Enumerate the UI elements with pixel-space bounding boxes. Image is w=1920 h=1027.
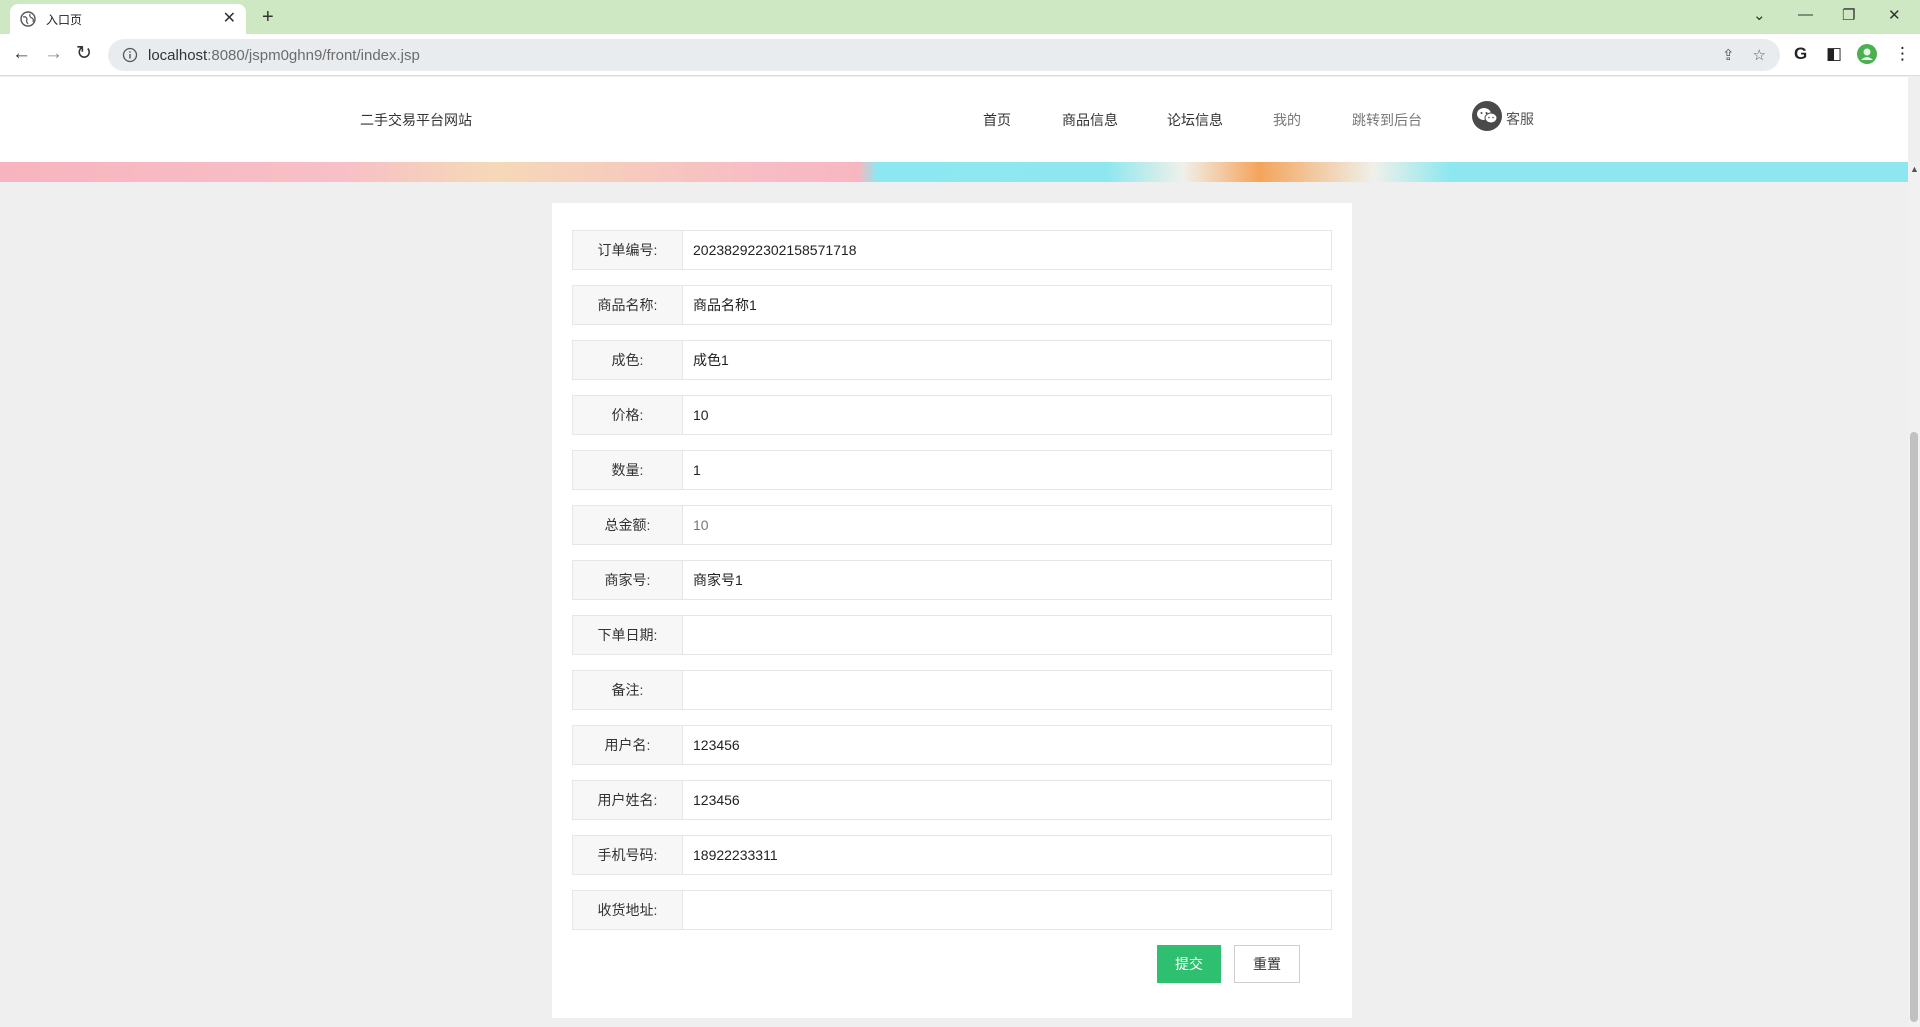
reset-button[interactable]: 重置 bbox=[1234, 945, 1300, 983]
wechat-icon bbox=[1472, 101, 1502, 131]
page-viewport: 二手交易平台网站 首页 商品信息 论坛信息 我的 跳转到后台 客服 ▲ 订单编号… bbox=[0, 77, 1920, 1027]
share-icon[interactable]: ⇪ bbox=[1722, 46, 1735, 64]
field-label: 收货地址: bbox=[572, 890, 682, 930]
new-tab-button[interactable]: + bbox=[262, 6, 274, 29]
form-row-price: 价格: 10 bbox=[572, 395, 1332, 435]
form-row-condition: 成色: 成色1 bbox=[572, 340, 1332, 380]
field-label: 商品名称: bbox=[572, 285, 682, 325]
field-label: 用户名: bbox=[572, 725, 682, 765]
tab-close-icon[interactable]: ✕ bbox=[223, 11, 236, 27]
username-field[interactable]: 123456 bbox=[682, 725, 1332, 765]
form-row-product-name: 商品名称: 商品名称1 bbox=[572, 285, 1332, 325]
site-info-icon[interactable] bbox=[122, 47, 138, 63]
order-form: 订单编号: 202382922302158571718 商品名称: 商品名称1 … bbox=[552, 203, 1352, 1018]
field-label: 价格: bbox=[572, 395, 682, 435]
product-name-field[interactable]: 商品名称1 bbox=[682, 285, 1332, 325]
banner-image bbox=[0, 162, 1908, 182]
globe-icon bbox=[20, 11, 36, 27]
restore-icon[interactable]: ❐ bbox=[1842, 6, 1855, 24]
url-path: :8080/jspm0ghn9/front/index.jsp bbox=[207, 46, 420, 64]
nav-mine[interactable]: 我的 bbox=[1273, 110, 1301, 130]
site-header: 二手交易平台网站 首页 商品信息 论坛信息 我的 跳转到后台 客服 bbox=[0, 77, 1908, 162]
quantity-field[interactable]: 1 bbox=[682, 450, 1332, 490]
minimize-icon[interactable]: — bbox=[1798, 6, 1813, 23]
form-row-address: 收货地址: bbox=[572, 890, 1332, 930]
browser-tab-strip: 入口页 ✕ + ⌄ — ❐ ✕ bbox=[0, 0, 1920, 34]
scrollbar-thumb[interactable] bbox=[1910, 432, 1918, 1022]
field-label: 下单日期: bbox=[572, 615, 682, 655]
field-label: 成色: bbox=[572, 340, 682, 380]
scroll-up-icon[interactable]: ▲ bbox=[1910, 164, 1919, 174]
forward-icon[interactable]: → bbox=[44, 43, 63, 65]
google-extension-icon[interactable]: G bbox=[1794, 44, 1807, 64]
reload-icon[interactable]: ↻ bbox=[76, 43, 92, 65]
nav-products[interactable]: 商品信息 bbox=[1062, 110, 1118, 130]
back-icon[interactable]: ← bbox=[12, 43, 31, 65]
field-label: 订单编号: bbox=[572, 230, 682, 270]
remarks-field[interactable] bbox=[682, 670, 1332, 710]
bookmark-star-icon[interactable]: ☆ bbox=[1753, 46, 1766, 64]
field-label: 数量: bbox=[572, 450, 682, 490]
form-row-order-number: 订单编号: 202382922302158571718 bbox=[572, 230, 1332, 270]
field-label: 总金额: bbox=[572, 505, 682, 545]
field-label: 备注: bbox=[572, 670, 682, 710]
phone-field[interactable]: 18922233311 bbox=[682, 835, 1332, 875]
form-row-quantity: 数量: 1 bbox=[572, 450, 1332, 490]
form-row-real-name: 用户姓名: 123456 bbox=[572, 780, 1332, 820]
address-bar[interactable]: localhost:8080/jspm0ghn9/front/index.jsp… bbox=[108, 39, 1780, 71]
form-row-remarks: 备注: bbox=[572, 670, 1332, 710]
order-number-field[interactable]: 202382922302158571718 bbox=[682, 230, 1332, 270]
submit-button[interactable]: 提交 bbox=[1157, 945, 1221, 983]
order-date-field[interactable] bbox=[682, 615, 1332, 655]
tab-title: 入口页 bbox=[46, 12, 83, 27]
user-real-name-field[interactable]: 123456 bbox=[682, 780, 1332, 820]
site-title: 二手交易平台网站 bbox=[360, 112, 472, 128]
profile-avatar-icon[interactable] bbox=[1857, 44, 1877, 69]
nav-home[interactable]: 首页 bbox=[983, 110, 1011, 130]
side-panel-icon[interactable]: ◧ bbox=[1826, 44, 1842, 64]
customer-service[interactable]: 客服 bbox=[1472, 101, 1534, 131]
field-label: 商家号: bbox=[572, 560, 682, 600]
field-label: 用户姓名: bbox=[572, 780, 682, 820]
field-label: 手机号码: bbox=[572, 835, 682, 875]
form-row-username: 用户名: 123456 bbox=[572, 725, 1332, 765]
browser-toolbar: ← → ↻ localhost:8080/jspm0ghn9/front/ind… bbox=[0, 34, 1920, 76]
browser-tab[interactable]: 入口页 ✕ bbox=[10, 4, 246, 34]
tab-search-icon[interactable]: ⌄ bbox=[1753, 6, 1766, 24]
form-row-total: 总金额: 10 bbox=[572, 505, 1332, 545]
form-row-order-date: 下单日期: bbox=[572, 615, 1332, 655]
window-close-icon[interactable]: ✕ bbox=[1888, 6, 1901, 24]
form-row-phone: 手机号码: 18922233311 bbox=[572, 835, 1332, 875]
form-row-merchant: 商家号: 商家号1 bbox=[572, 560, 1332, 600]
service-label: 客服 bbox=[1506, 111, 1534, 127]
page-scrollbar[interactable]: ▲ bbox=[1908, 162, 1920, 1027]
condition-field[interactable]: 成色1 bbox=[682, 340, 1332, 380]
merchant-number-field[interactable]: 商家号1 bbox=[682, 560, 1332, 600]
nav-forum[interactable]: 论坛信息 bbox=[1167, 110, 1223, 130]
browser-menu-icon[interactable]: ⋮ bbox=[1894, 44, 1911, 64]
nav-admin[interactable]: 跳转到后台 bbox=[1352, 110, 1422, 130]
url-text[interactable]: localhost:8080/jspm0ghn9/front/index.jsp bbox=[148, 47, 1704, 64]
total-amount-field[interactable]: 10 bbox=[682, 505, 1332, 545]
url-host: localhost bbox=[148, 46, 208, 64]
shipping-address-field[interactable] bbox=[682, 890, 1332, 930]
price-field[interactable]: 10 bbox=[682, 395, 1332, 435]
